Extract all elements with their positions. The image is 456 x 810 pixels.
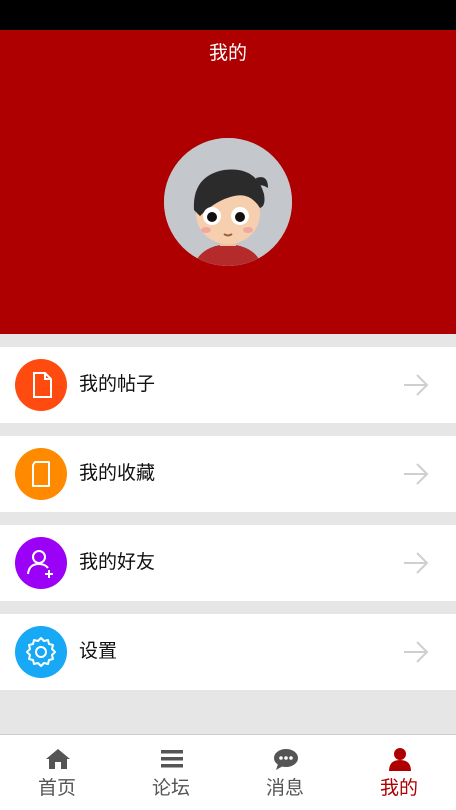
menu-item-my-favorites[interactable]: 我的收藏 [0, 436, 456, 512]
home-icon [46, 749, 70, 769]
menu-item-settings[interactable]: 设置 [0, 614, 456, 690]
bookmark-icon [15, 448, 67, 500]
tab-messages[interactable]: 消息 [228, 735, 342, 810]
arrow-right-icon [404, 374, 429, 396]
status-bar [0, 0, 456, 30]
profile-header: 我的 [0, 30, 456, 334]
chat-icon [274, 749, 298, 770]
arrow-right-icon [404, 552, 429, 574]
page-title: 我的 [208, 42, 247, 64]
tab-mine[interactable]: 我的 [342, 735, 456, 810]
tab-label: 论坛 [151, 777, 190, 799]
tab-label: 我的 [379, 777, 418, 799]
list-icon [161, 750, 183, 768]
tab-home[interactable]: 首页 [0, 735, 114, 810]
gear-icon [15, 626, 67, 678]
bottom-tab-bar: 首页 论坛 消息 我的 [0, 734, 456, 810]
user-icon [389, 748, 411, 771]
menu-item-label: 设置 [79, 640, 118, 662]
menu-item-label: 我的收藏 [79, 462, 156, 484]
menu-item-label: 我的好友 [79, 551, 156, 573]
arrow-right-icon [404, 463, 429, 485]
arrow-right-icon [404, 641, 429, 663]
menu-item-my-posts[interactable]: 我的帖子 [0, 347, 456, 423]
add-friend-icon [15, 537, 67, 589]
document-icon [15, 359, 67, 411]
avatar[interactable] [164, 138, 292, 266]
avatar-image [164, 138, 292, 266]
tab-label: 消息 [265, 777, 304, 799]
tab-label: 首页 [37, 777, 76, 799]
tab-forum[interactable]: 论坛 [114, 735, 228, 810]
menu-item-label: 我的帖子 [79, 373, 156, 395]
menu-item-my-friends[interactable]: 我的好友 [0, 525, 456, 601]
